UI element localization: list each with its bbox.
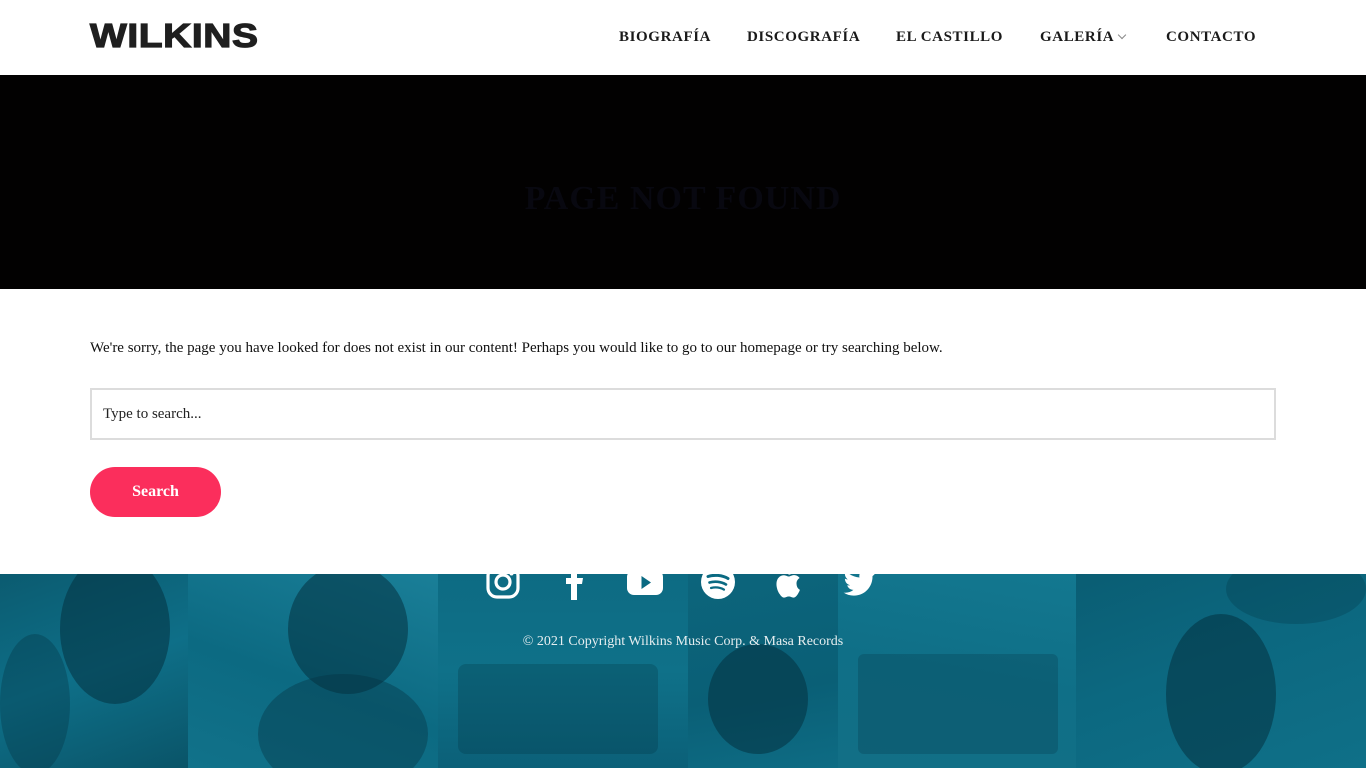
twitter-icon[interactable] [842, 574, 878, 600]
site-header: WILKINS BIOGRAFÍA DISCOGRAFÍA EL CASTILL… [0, 0, 1366, 75]
nav-item-el-castillo[interactable]: EL CASTILLO [896, 26, 1003, 48]
footer-photo [688, 574, 838, 768]
nav-item-galeria[interactable]: GALERÍA [1040, 26, 1114, 48]
site-footer: © 2021 Copyright Wilkins Music Corp. & M… [0, 574, 1366, 768]
instagram-icon[interactable] [485, 574, 521, 600]
footer-photo [1076, 574, 1366, 768]
facebook-icon[interactable] [557, 574, 593, 600]
search-button[interactable]: Search [90, 467, 221, 517]
not-found-message: We're sorry, the page you have looked fo… [90, 340, 943, 356]
nav-item-contacto[interactable]: CONTACTO [1166, 26, 1256, 48]
main-nav: BIOGRAFÍA DISCOGRAFÍA EL CASTILLO GALERÍ… [0, 26, 1366, 48]
footer-photo [0, 574, 188, 768]
nav-item-discografia[interactable]: DISCOGRAFÍA [747, 26, 860, 48]
footer-photo [188, 574, 438, 768]
search-input[interactable] [90, 388, 1276, 440]
footer-photo [838, 574, 1076, 768]
apple-icon[interactable] [772, 574, 808, 600]
page-title: PAGE NOT FOUND [524, 180, 842, 217]
spotify-icon[interactable] [700, 574, 736, 600]
page-banner: PAGE NOT FOUND [0, 75, 1366, 289]
footer-photo [438, 574, 688, 768]
nav-item-biografia[interactable]: BIOGRAFÍA [619, 26, 711, 48]
copyright-text: © 2021 Copyright Wilkins Music Corp. & M… [522, 634, 844, 649]
youtube-icon[interactable] [627, 574, 663, 600]
